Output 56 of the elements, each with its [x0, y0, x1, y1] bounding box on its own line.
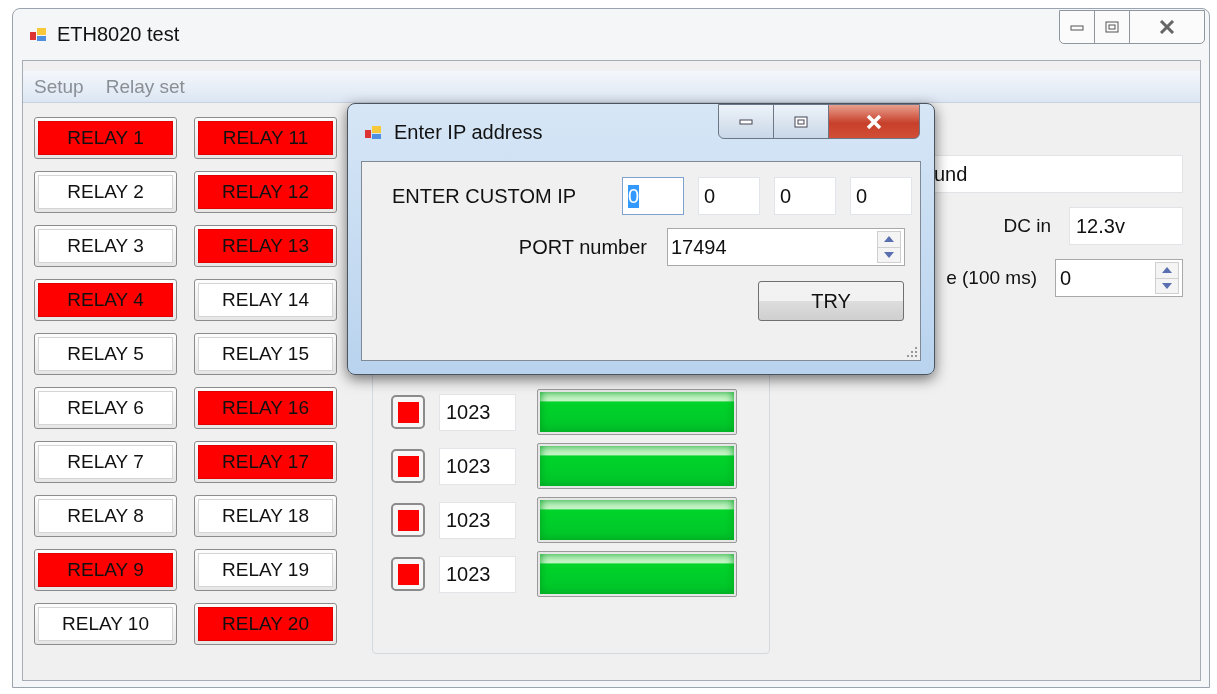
- dc-in-field[interactable]: 12.3v: [1069, 207, 1183, 245]
- spin-arrows-icon: [1155, 262, 1179, 294]
- timer-label: e (100 ms): [946, 267, 1037, 289]
- relay-button[interactable]: RELAY 5: [34, 333, 177, 375]
- value-field[interactable]: 1023: [439, 555, 516, 593]
- relay-button[interactable]: RELAY 4: [34, 279, 177, 321]
- relay-button[interactable]: RELAY 11: [194, 117, 337, 159]
- relay-button[interactable]: RELAY 18: [194, 495, 337, 537]
- ip-octet-field[interactable]: 0: [774, 177, 836, 215]
- app-icon: [29, 26, 47, 43]
- relay-button[interactable]: RELAY 20: [194, 603, 337, 645]
- relay-button[interactable]: RELAY 7: [34, 441, 177, 483]
- relay-button[interactable]: RELAY 14: [194, 279, 337, 321]
- value-field[interactable]: 1023: [439, 501, 516, 539]
- port-spinner[interactable]: 17494: [667, 228, 905, 266]
- relay-button[interactable]: RELAY 16: [194, 387, 337, 429]
- app-icon: [364, 124, 382, 141]
- ip-octet-field[interactable]: 0: [698, 177, 760, 215]
- resize-grip-icon: [907, 347, 917, 357]
- relay-button[interactable]: RELAY 19: [194, 549, 337, 591]
- relay-button[interactable]: RELAY 9: [34, 549, 177, 591]
- maximize-button[interactable]: [773, 104, 829, 139]
- relay-button[interactable]: RELAY 1: [34, 117, 177, 159]
- minimize-icon: [1070, 23, 1084, 31]
- relay-button[interactable]: RELAY 8: [34, 495, 177, 537]
- relay-button[interactable]: RELAY 12: [194, 171, 337, 213]
- ip-octet-field[interactable]: 0: [850, 177, 912, 215]
- timer-spinner[interactable]: 0: [1055, 259, 1183, 297]
- dc-in-label: DC in: [1003, 215, 1051, 237]
- close-icon: [1159, 20, 1175, 34]
- value-field[interactable]: 1023: [439, 393, 516, 431]
- port-label: PORT number: [518, 235, 647, 259]
- value-field[interactable]: 1023: [439, 447, 516, 485]
- minimize-icon: [739, 118, 753, 125]
- relay-button[interactable]: RELAY 15: [194, 333, 337, 375]
- close-button[interactable]: [1129, 10, 1205, 44]
- relay-button[interactable]: RELAY 3: [34, 225, 177, 267]
- relay-button[interactable]: RELAY 6: [34, 387, 177, 429]
- dialog-title: Enter IP address: [394, 121, 543, 144]
- minimize-button[interactable]: [1059, 10, 1095, 44]
- maximize-button[interactable]: [1094, 10, 1130, 44]
- maximize-icon: [1105, 21, 1119, 33]
- close-icon: [866, 114, 882, 129]
- close-button[interactable]: [828, 104, 920, 139]
- window-title: ETH8020 test: [57, 23, 180, 46]
- relay-button[interactable]: RELAY 10: [34, 603, 177, 645]
- relay-button[interactable]: RELAY 2: [34, 171, 177, 213]
- try-button[interactable]: TRY: [758, 281, 904, 321]
- spin-arrows-icon: [877, 231, 901, 263]
- relay-button[interactable]: RELAY 17: [194, 441, 337, 483]
- maximize-icon: [794, 115, 808, 128]
- text-field[interactable]: und: [932, 155, 1183, 193]
- relay-button[interactable]: RELAY 13: [194, 225, 337, 267]
- minimize-button[interactable]: [718, 104, 774, 139]
- field-text: und: [934, 162, 968, 186]
- ip-label: ENTER CUSTOM IP: [392, 184, 578, 208]
